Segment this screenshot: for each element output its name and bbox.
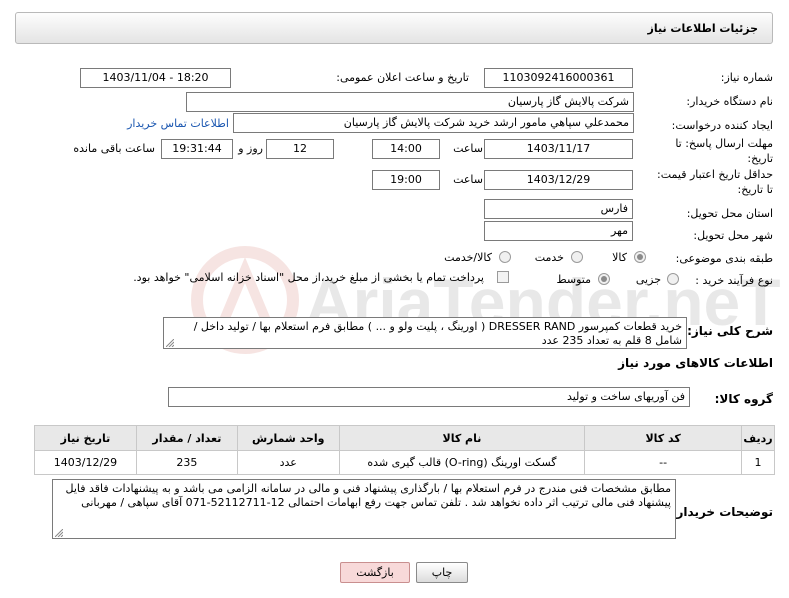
price-validity-label: حداقل تاریخ اعتبار قیمت: تا تاریخ: [657, 168, 773, 196]
description-textarea[interactable]: خرید قطعات کمپرسور DRESSER RAND ( اورینگ… [163, 317, 687, 349]
resize-handle-icon[interactable] [55, 529, 63, 537]
cell-quantity: 235 [135, 450, 238, 475]
goods-group-field: فن آوریهای ساخت و تولید [168, 387, 690, 407]
col-item-code: کد کالا [584, 425, 742, 451]
need-number-label: شماره نیاز: [720, 71, 773, 84]
cell-row: 1 [740, 450, 776, 475]
category-goods-service-label: کالا/خدمت [444, 251, 492, 264]
province-label: استان محل تحویل: [686, 207, 773, 220]
header-panel: جزئیات اطلاعات نیاز [15, 12, 773, 44]
price-validity-date-field: 1403/12/29 [484, 170, 633, 190]
table-row[interactable]: 1403/12/29 235 عدد گسکت اورینگ (O-ring) … [34, 450, 776, 475]
back-button[interactable]: بازگشت [340, 562, 410, 583]
description-label: شرح کلی نیاز: [687, 324, 773, 338]
resize-handle-icon[interactable] [166, 339, 174, 347]
print-button[interactable]: چاپ [416, 562, 468, 583]
category-label: طبقه بندی موضوعی: [675, 252, 773, 265]
reply-time-label: ساعت [453, 142, 483, 155]
col-row: ردیف [740, 425, 776, 451]
buyer-org-field: شرکت پالایش گاز پارسیان [186, 92, 634, 112]
category-goods-service-radio[interactable] [499, 251, 511, 263]
reply-date-field: 1403/11/17 [484, 139, 633, 159]
category-goods-radio[interactable] [634, 251, 646, 263]
cell-need-date: 1403/12/29 [34, 450, 137, 475]
process-medium-label: متوسط [556, 273, 591, 286]
announce-field: 1403/11/04 - 18:20 [80, 68, 231, 88]
province-field: فارس [484, 199, 633, 219]
process-minor-radio[interactable] [667, 273, 679, 285]
cell-unit: عدد [236, 450, 340, 475]
category-service-radio[interactable] [571, 251, 583, 263]
city-label: شهر محل تحویل: [693, 229, 773, 242]
items-table-header: تاریخ نیاز تعداد / مقدار واحد شمارش نام … [34, 425, 776, 451]
treasury-payment-note: پرداخت تمام یا بخشی از مبلغ خرید،از محل … [133, 271, 484, 284]
city-field: مهر [484, 221, 633, 241]
buyer-contact-link[interactable]: اطلاعات تماس خریدار [127, 117, 229, 130]
buyer-notes-textarea[interactable]: مطابق مشخصات فنی مندرج در فرم استعلام به… [52, 479, 676, 539]
reply-time-field: 14:00 [372, 139, 440, 159]
cell-item-name: گسکت اورینگ (O-ring) قالب گیری شده [338, 450, 586, 475]
buyer-org-label: نام دستگاه خریدار: [686, 95, 773, 108]
remaining-time-label: ساعت باقی مانده [73, 142, 155, 155]
requester-label: ایجاد کننده درخواست: [671, 119, 773, 132]
process-medium-radio[interactable] [598, 273, 610, 285]
treasury-payment-checkbox[interactable] [497, 271, 509, 283]
price-validity-time-label: ساعت [453, 173, 483, 186]
reply-days-field: 12 [266, 139, 334, 159]
reply-days-label: روز و [238, 142, 263, 155]
goods-group-label: گروه کالا: [714, 392, 773, 406]
category-service-label: خدمت [534, 251, 564, 264]
process-minor-label: جزیی [635, 273, 661, 286]
buyer-notes-label: توضیحات خریدار: [671, 505, 773, 519]
category-goods-label: کالا [612, 251, 627, 264]
cell-item-code: -- [584, 450, 742, 475]
goods-info-title: اطلاعات کالاهای مورد نیاز [618, 356, 773, 370]
announce-label: تاریخ و ساعت اعلان عمومی: [336, 71, 469, 84]
remaining-time-field: 19:31:44 [161, 139, 233, 159]
reply-deadline-label: مهلت ارسال پاسخ: تا تاریخ: [675, 137, 773, 165]
panel-title: جزئیات اطلاعات نیاز [647, 22, 759, 35]
process-label: نوع فرآیند خرید : [695, 274, 773, 287]
price-validity-time-field: 19:00 [372, 170, 440, 190]
col-item-name: نام کالا [338, 425, 586, 451]
buyer-notes-text: مطابق مشخصات فنی مندرج در فرم استعلام به… [65, 482, 672, 509]
description-text: خرید قطعات کمپرسور DRESSER RAND ( اورینگ… [193, 320, 682, 347]
items-table: تاریخ نیاز تعداد / مقدار واحد شمارش نام … [34, 425, 776, 475]
requester-field: محمدعلي سپاهي مامور ارشد خريد شركت پالاي… [233, 113, 634, 133]
col-quantity: تعداد / مقدار [135, 425, 238, 451]
col-need-date: تاریخ نیاز [34, 425, 137, 451]
col-unit: واحد شمارش [236, 425, 340, 451]
need-number-field: 1103092416000361 [484, 68, 633, 88]
